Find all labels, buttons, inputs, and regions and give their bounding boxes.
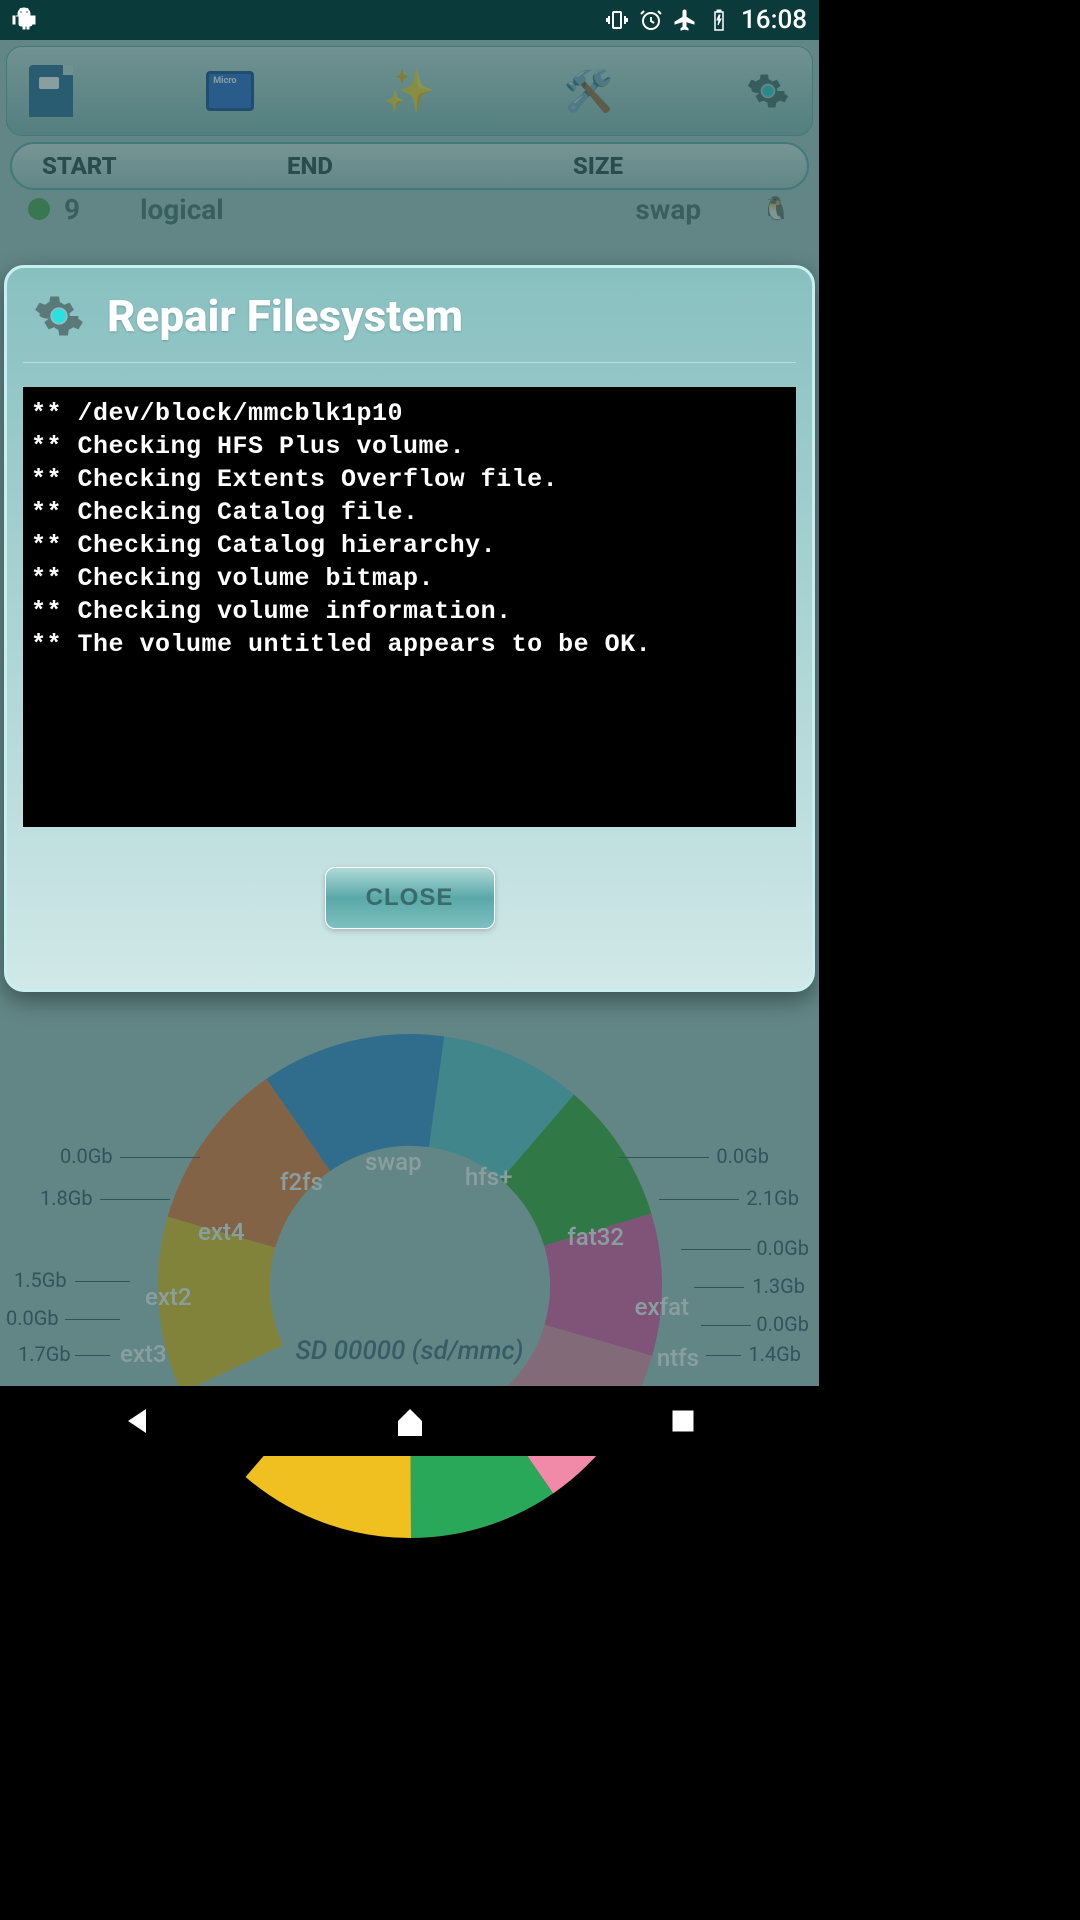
gear-icon	[33, 290, 85, 342]
nav-home-icon[interactable]	[392, 1403, 428, 1439]
status-time: 16:08	[741, 5, 807, 35]
navigation-bar	[0, 1386, 819, 1456]
status-bar: 16:08	[0, 0, 819, 40]
alarm-icon	[639, 8, 663, 32]
battery-icon	[707, 8, 731, 32]
vibrate-icon	[605, 8, 629, 32]
close-button[interactable]: CLOSE	[325, 867, 495, 929]
android-icon	[12, 6, 36, 30]
dialog-title: Repair Filesystem	[107, 290, 463, 342]
airplane-icon	[673, 8, 697, 32]
app-root: ✨ 🛠️ START END SIZE 9 logical swap 🐧	[0, 40, 819, 1386]
repair-filesystem-dialog: Repair Filesystem ** /dev/block/mmcblk1p…	[4, 265, 815, 992]
nav-back-icon[interactable]	[119, 1403, 155, 1439]
nav-recents-icon[interactable]	[665, 1403, 701, 1439]
terminal-output: ** /dev/block/mmcblk1p10 ** Checking HFS…	[23, 387, 796, 827]
